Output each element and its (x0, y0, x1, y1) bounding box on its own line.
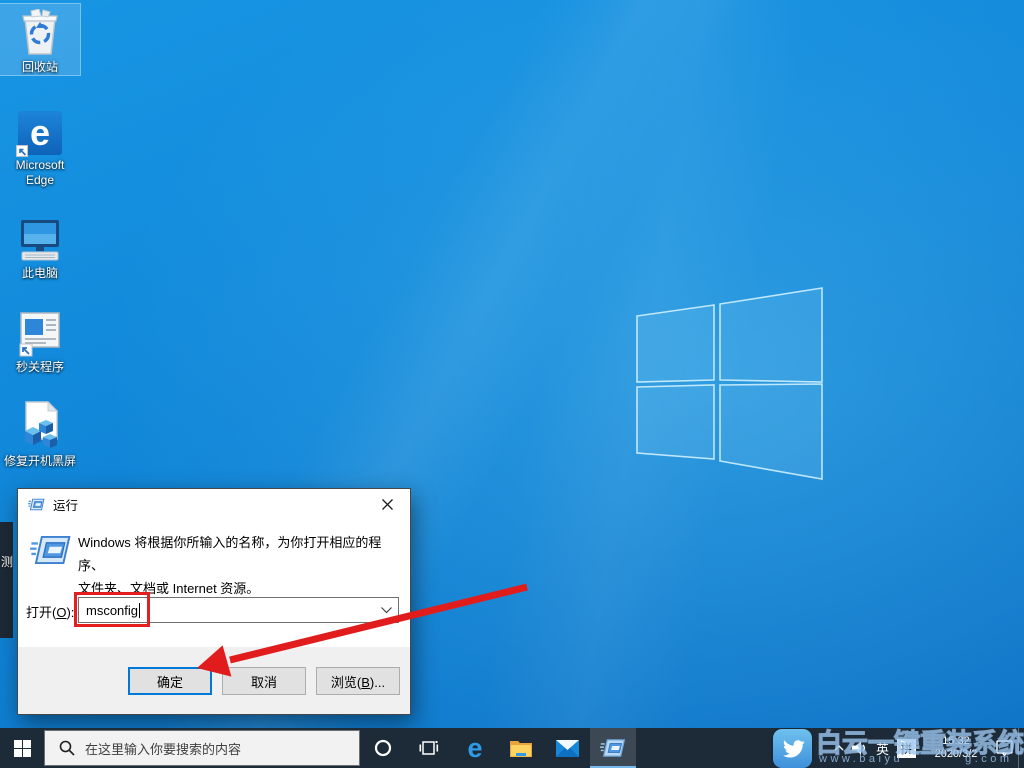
system-tray: 英 拼 15:32 2020/3/2 (830, 728, 1024, 768)
desktop-icon-label: Microsoft Edge (0, 158, 80, 188)
annotation-highlight-rectangle (74, 592, 150, 627)
recycle-bin-icon (0, 7, 80, 57)
run-icon-large (30, 533, 72, 567)
ok-button[interactable]: 确定 (128, 667, 212, 695)
taskbar-search-input[interactable]: 在这里输入你要搜索的内容 (44, 730, 360, 766)
dialog-title: 运行 (53, 495, 78, 514)
show-desktop-button[interactable] (1018, 728, 1024, 768)
registry-file-icon (0, 401, 80, 451)
windows-logo-icon (14, 740, 31, 757)
run-icon (28, 496, 45, 513)
start-button[interactable] (0, 728, 44, 768)
task-view-button[interactable] (406, 728, 452, 768)
edge-icon: e (467, 735, 482, 762)
hidden-icons-button[interactable] (830, 728, 848, 768)
taskbar: 在这里输入你要搜索的内容 e (0, 728, 1024, 768)
dialog-footer: 确定 取消 浏览(B)... (18, 647, 410, 714)
clock[interactable]: 15:32 2020/3/2 (920, 728, 992, 768)
desktop-icon-label: 修复开机黑屏 (0, 454, 80, 469)
edge-taskbar-button[interactable]: e (452, 728, 498, 768)
description-line-1: Windows 将根据你所输入的名称，为你打开相应的程序、 (78, 531, 400, 577)
task-view-icon (419, 739, 439, 757)
desktop-icon-label: 秒关程序 (0, 360, 80, 375)
close-icon (382, 499, 393, 510)
action-center-icon (996, 740, 1014, 757)
dropdown-chevron-icon[interactable] (374, 607, 398, 614)
file-explorer-button[interactable] (498, 728, 544, 768)
run-dialog: 运行 Windows 将根据你所输入的名称，为你打开相应的程序、 文件夹、文档或… (17, 488, 411, 715)
speaker-icon (852, 741, 868, 755)
chevron-up-icon (834, 745, 844, 751)
browse-button[interactable]: 浏览(B)... (316, 667, 400, 695)
file-explorer-icon (509, 738, 533, 758)
dialog-body: Windows 将根据你所输入的名称，为你打开相应的程序、 文件夹、文档或 In… (18, 519, 410, 647)
desktop-icon-quick-close-app[interactable]: 秒关程序 (0, 304, 80, 375)
volume-button[interactable] (848, 728, 872, 768)
clock-time: 15:32 (924, 735, 988, 748)
ime-indicator[interactable]: 拼 (893, 728, 920, 768)
desktop-icon-label: 此电脑 (0, 266, 80, 281)
ime-icon: 拼 (897, 739, 916, 758)
edge-icon: e (0, 105, 80, 155)
this-pc-icon (0, 213, 80, 263)
search-icon (59, 740, 75, 756)
mail-icon (556, 740, 579, 757)
dialog-titlebar[interactable]: 运行 (18, 489, 410, 519)
app-window-icon (0, 307, 80, 357)
partial-desktop-icon[interactable]: 测 (0, 522, 13, 638)
desktop: 回收站 e Microsoft Edge 此电脑 (0, 0, 1024, 768)
mail-button[interactable] (544, 728, 590, 768)
desktop-icon-recycle-bin[interactable]: 回收站 (0, 4, 80, 75)
search-placeholder: 在这里输入你要搜索的内容 (85, 739, 241, 758)
cortana-button[interactable] (360, 728, 406, 768)
windows-wallpaper-logo (630, 283, 828, 483)
run-taskbar-button[interactable] (590, 728, 636, 768)
open-label: 打开(O): (26, 602, 74, 621)
partial-icon-label: 测 (1, 553, 13, 570)
cortana-icon (374, 739, 392, 757)
cancel-button[interactable]: 取消 (222, 667, 306, 695)
clock-date: 2020/3/2 (924, 748, 988, 761)
desktop-icon-label: 回收站 (0, 60, 80, 75)
action-center-button[interactable] (992, 728, 1018, 768)
desktop-icon-this-pc[interactable]: 此电脑 (0, 210, 80, 281)
desktop-icon-microsoft-edge[interactable]: e Microsoft Edge (0, 102, 80, 188)
run-icon (600, 737, 626, 759)
shortcut-arrow-icon (16, 145, 28, 157)
close-button[interactable] (364, 489, 410, 519)
dialog-description: Windows 将根据你所输入的名称，为你打开相应的程序、 文件夹、文档或 In… (78, 531, 400, 600)
desktop-icon-fix-black-screen[interactable]: 修复开机黑屏 (0, 398, 80, 469)
language-indicator[interactable]: 英 (872, 728, 893, 768)
